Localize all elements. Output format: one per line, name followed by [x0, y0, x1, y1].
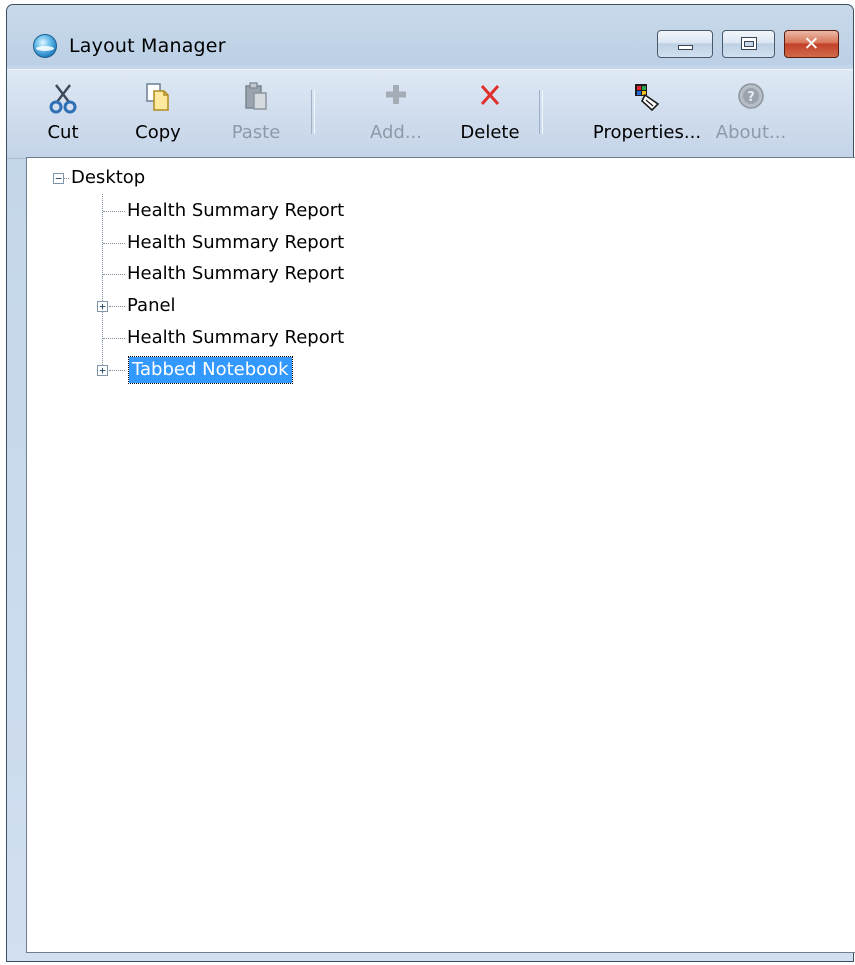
- delete-button[interactable]: Delete: [455, 72, 525, 152]
- paste-icon: [245, 82, 267, 110]
- add-button[interactable]: Add...: [363, 72, 429, 152]
- add-label: Add...: [369, 122, 422, 143]
- tree-node[interactable]: Health Summary Report: [124, 325, 347, 351]
- maximize-button[interactable]: [722, 30, 775, 58]
- copy-icon: [146, 83, 169, 111]
- window-title: Layout Manager: [69, 35, 226, 57]
- cut-label: Cut: [47, 122, 79, 143]
- tree-node[interactable]: Health Summary Report: [124, 230, 347, 256]
- tree-node[interactable]: Health Summary Report: [124, 198, 347, 224]
- minimize-icon: [678, 45, 693, 50]
- plus-icon: [386, 85, 406, 104]
- toolbar: Cut Copy Paste Add... Delete Properties.…: [7, 69, 853, 159]
- delete-label: Delete: [460, 122, 520, 143]
- copy-button[interactable]: Copy: [125, 72, 191, 152]
- minimize-button[interactable]: [657, 30, 713, 58]
- tree-connector: [102, 194, 103, 373]
- tree-connector: [103, 243, 125, 244]
- tree-connector: [109, 370, 125, 371]
- close-icon: ✕: [803, 33, 820, 55]
- tree-connector: [103, 338, 125, 339]
- toolbar-separator: [311, 90, 315, 134]
- about-button[interactable]: ? About...: [713, 72, 789, 152]
- expand-icon[interactable]: +: [97, 301, 108, 312]
- layout-tree[interactable]: − Desktop Health Summary Report Health S…: [26, 157, 855, 953]
- paste-label: Paste: [231, 122, 281, 143]
- maximize-icon: [741, 37, 757, 50]
- tree-connector: [109, 306, 125, 307]
- toolbar-separator: [539, 90, 543, 134]
- copy-label: Copy: [135, 122, 181, 143]
- tree-connector: [103, 274, 125, 275]
- paste-button[interactable]: Paste: [223, 72, 289, 152]
- delete-icon: [480, 85, 500, 105]
- properties-icon: [635, 84, 660, 112]
- collapse-icon[interactable]: −: [53, 173, 64, 184]
- tree-node-panel[interactable]: Panel: [124, 293, 179, 319]
- help-icon: ?: [738, 83, 764, 109]
- expand-icon[interactable]: +: [97, 365, 108, 376]
- scissors-icon: [49, 84, 77, 114]
- app-icon: [33, 34, 57, 58]
- tree-node-tabbed-notebook[interactable]: Tabbed Notebook: [128, 356, 293, 384]
- tree-connector: [103, 211, 125, 212]
- about-label: About...: [715, 122, 787, 143]
- title-bar[interactable]: Layout Manager ✕: [7, 5, 853, 77]
- properties-label: Properties...: [592, 122, 702, 143]
- tree-node[interactable]: Health Summary Report: [124, 261, 347, 287]
- layout-manager-window: Layout Manager ✕ Cut Copy Paste Add... D…: [6, 4, 855, 962]
- tree-node-desktop[interactable]: Desktop: [68, 165, 148, 191]
- cut-button[interactable]: Cut: [33, 72, 93, 152]
- svg-text:?: ?: [747, 90, 755, 105]
- close-button[interactable]: ✕: [784, 30, 839, 58]
- properties-button[interactable]: Properties...: [591, 72, 703, 152]
